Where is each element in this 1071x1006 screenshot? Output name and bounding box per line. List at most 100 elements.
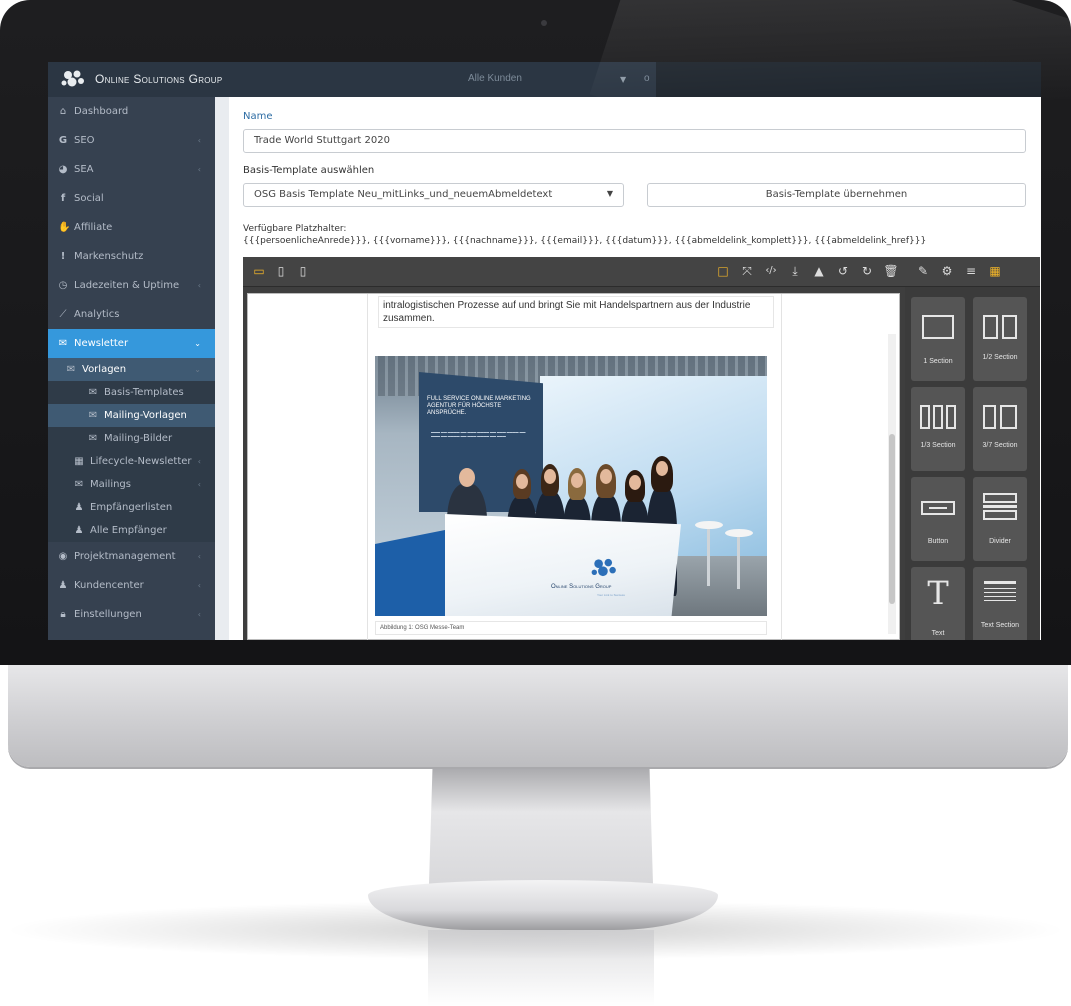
sidebar-item-mailing-bilder[interactable]: ✉ Mailing-Bilder (48, 427, 215, 450)
envelope-icon: ✉ (74, 479, 84, 490)
sidebar-item-newsletter[interactable]: ✉ Newsletter ⌄ (48, 329, 215, 358)
apply-template-button[interactable]: Basis-Template übernehmen (647, 183, 1026, 207)
photo-stool-leg (707, 526, 710, 586)
monitor-stand-base (368, 880, 718, 930)
tablet-view-icon[interactable]: ▯ (273, 264, 289, 278)
desktop-view-icon[interactable]: ▭ (251, 264, 267, 278)
sidebar-item-analytics[interactable]: ⟋ Analytics (48, 300, 215, 329)
sidebar-item-markenschutz[interactable]: ! Markenschutz (48, 242, 215, 271)
osg-logo-icon[interactable] (60, 69, 86, 89)
facebook-icon: f (60, 193, 66, 204)
photo-person-head (571, 473, 583, 488)
exclamation-icon: ! (60, 251, 66, 262)
name-input[interactable]: Trade World Stuttgart 2020 (243, 129, 1026, 153)
sidebar-item-dashboard[interactable]: ⌂ Dashboard (48, 97, 215, 126)
sidebar: ⌂ Dashboard G SEO ‹ ◕ SEA ‹ f Social ✋ Affiliat… (48, 97, 215, 640)
photo-counter (445, 514, 681, 616)
photo-banner-title: FULL SERVICE ONLINE MARKETING AGENTUR FÜ… (427, 396, 531, 416)
calendar-icon: ▦ (74, 456, 84, 467)
photo-banner-body-text: ▬▬▬ ▬▬ ▬▬▬▬ ▬▬ ▬▬▬ ▬▬▬▬ ▬▬ ▬▬▬ ▬▬▬▬ ▬▬ ▬… (431, 430, 526, 438)
block-button[interactable]: Button (911, 477, 965, 561)
sidebar-item-empfaengerlisten[interactable]: ♟ Empfängerlisten (48, 496, 215, 519)
chevron-left-icon: ‹ (197, 552, 201, 561)
chevron-down-icon: ⌄ (194, 339, 201, 348)
stand-reflection (428, 930, 654, 1006)
placeholders-label: Verfügbare Platzhalter: (243, 224, 347, 234)
redo-icon[interactable]: ↻ (859, 264, 875, 278)
email-editor: ▭ ▯ ▯ □ ⤧ ‹/› ⤓ ▲ ↺ ↻ 🗑︎ ✎ ⚙ ≡ ▦ intralo… (243, 257, 1040, 640)
warning-icon[interactable]: ▲ (811, 264, 827, 278)
brand-name[interactable]: Online Solutions Group (95, 72, 223, 86)
sidebar-item-mailing-vorlagen[interactable]: ✉ Mailing-Vorlagen (48, 404, 215, 427)
caret-down-icon[interactable]: ▼ (620, 75, 626, 84)
caret-down-icon: ▼ (606, 189, 613, 198)
photo-person-head (516, 474, 528, 489)
user-icon: ♟ (74, 502, 84, 513)
sidebar-item-vorlagen[interactable]: ✉ Vorlagen ⌄ (48, 358, 215, 381)
photo-person-head (629, 475, 641, 490)
sidebar-item-einstellungen[interactable]: 🔒︎ Einstellungen ‹ (48, 600, 215, 629)
envelope-icon: ✉ (88, 387, 98, 398)
trade-fair-photo[interactable]: FULL SERVICE ONLINE MARKETING AGENTUR FÜ… (375, 356, 767, 616)
block-3-7-section[interactable]: 3/7 Section (973, 387, 1027, 471)
chevron-left-icon: ‹ (197, 610, 201, 619)
users-icon: ♟ (58, 580, 68, 591)
download-icon[interactable]: ⤓ (787, 264, 803, 278)
block-text[interactable]: T Text (911, 567, 965, 640)
topbar-extra-text: o (644, 73, 650, 84)
google-icon: G (58, 135, 68, 146)
canvas-scrollbar-thumb[interactable] (889, 434, 895, 604)
sidebar-item-ladezeiten[interactable]: ◷ Ladezeiten & Uptime ‹ (48, 271, 215, 300)
chevron-left-icon: ‹ (197, 581, 201, 590)
chevron-left-icon: ‹ (197, 165, 201, 174)
sidebar-item-lifecycle-newsletter[interactable]: ▦ Lifecycle-Newsletter ‹ (48, 450, 215, 473)
user-icon: ♟ (74, 525, 84, 536)
fullscreen-icon[interactable]: ⤧ (739, 264, 755, 278)
screen: Online Solutions Group Alle Kunden ▼ o ⌂… (48, 62, 1041, 640)
settings-icon[interactable]: ⚙ (939, 264, 955, 278)
mail-body-column: intralogistischen Prozesse auf und bring… (367, 294, 782, 640)
sidebar-item-alle-empfaenger[interactable]: ♟ Alle Empfänger (48, 519, 215, 542)
blocks-icon[interactable]: ▦ (987, 264, 1003, 278)
three-col-icon (920, 405, 956, 429)
button-shape-icon (921, 501, 955, 515)
style-manager-icon[interactable]: ✎ (915, 264, 931, 278)
sidebar-item-sea[interactable]: ◕ SEA ‹ (48, 155, 215, 184)
two-col-icon (983, 315, 1017, 339)
editor-canvas: intralogistischen Prozesse auf und bring… (247, 293, 900, 640)
sidebar-item-kundencenter[interactable]: ♟ Kundencenter ‹ (48, 571, 215, 600)
block-half-section[interactable]: 1/2 Section (973, 297, 1027, 381)
area-chart-icon: ⟋ (59, 309, 67, 320)
block-divider[interactable]: Divider (973, 477, 1027, 561)
two-col-uneven-icon (983, 405, 1017, 429)
photo-person-head (600, 469, 612, 484)
sidebar-item-seo[interactable]: G SEO ‹ (48, 126, 215, 155)
border-toggle-icon[interactable]: □ (715, 264, 731, 278)
code-icon[interactable]: ‹/› (763, 264, 779, 278)
lock-icon: 🔒︎ (60, 609, 66, 620)
undo-icon[interactable]: ↺ (835, 264, 851, 278)
chevron-left-icon: ‹ (197, 136, 201, 145)
block-text-section[interactable]: Text Section (973, 567, 1027, 640)
photo-counter-brand: Online Solutions Group (551, 584, 612, 590)
pie-chart-icon: ◕ (58, 164, 68, 175)
mail-text-block[interactable]: intralogistischen Prozesse auf und bring… (378, 296, 774, 328)
layer-manager-icon[interactable]: ≡ (963, 264, 979, 278)
customer-select[interactable]: Alle Kunden (468, 73, 522, 84)
binoculars-icon: ◉ (58, 551, 68, 562)
template-select-value: OSG Basis Template Neu_mitLinks_und_neue… (254, 189, 553, 200)
photo-person-head (459, 468, 475, 487)
photo-person-head (656, 461, 668, 476)
trash-icon[interactable]: 🗑︎ (883, 264, 899, 278)
sidebar-item-affiliate[interactable]: ✋ Affiliate (48, 213, 215, 242)
sidebar-item-social[interactable]: f Social (48, 184, 215, 213)
block-1-section[interactable]: 1 Section (911, 297, 965, 381)
one-col-icon (922, 315, 954, 339)
mobile-view-icon[interactable]: ▯ (295, 264, 311, 278)
sidebar-item-mailings[interactable]: ✉ Mailings ‹ (48, 473, 215, 496)
sidebar-item-projektmanagement[interactable]: ◉ Projektmanagement ‹ (48, 542, 215, 571)
photo-caption[interactable]: Abbildung 1: OSG Messe-Team (375, 621, 767, 635)
block-third-section[interactable]: 1/3 Section (911, 387, 965, 471)
sidebar-item-basis-templates[interactable]: ✉ Basis-Templates (48, 381, 215, 404)
template-select[interactable]: OSG Basis Template Neu_mitLinks_und_neue… (243, 183, 624, 207)
